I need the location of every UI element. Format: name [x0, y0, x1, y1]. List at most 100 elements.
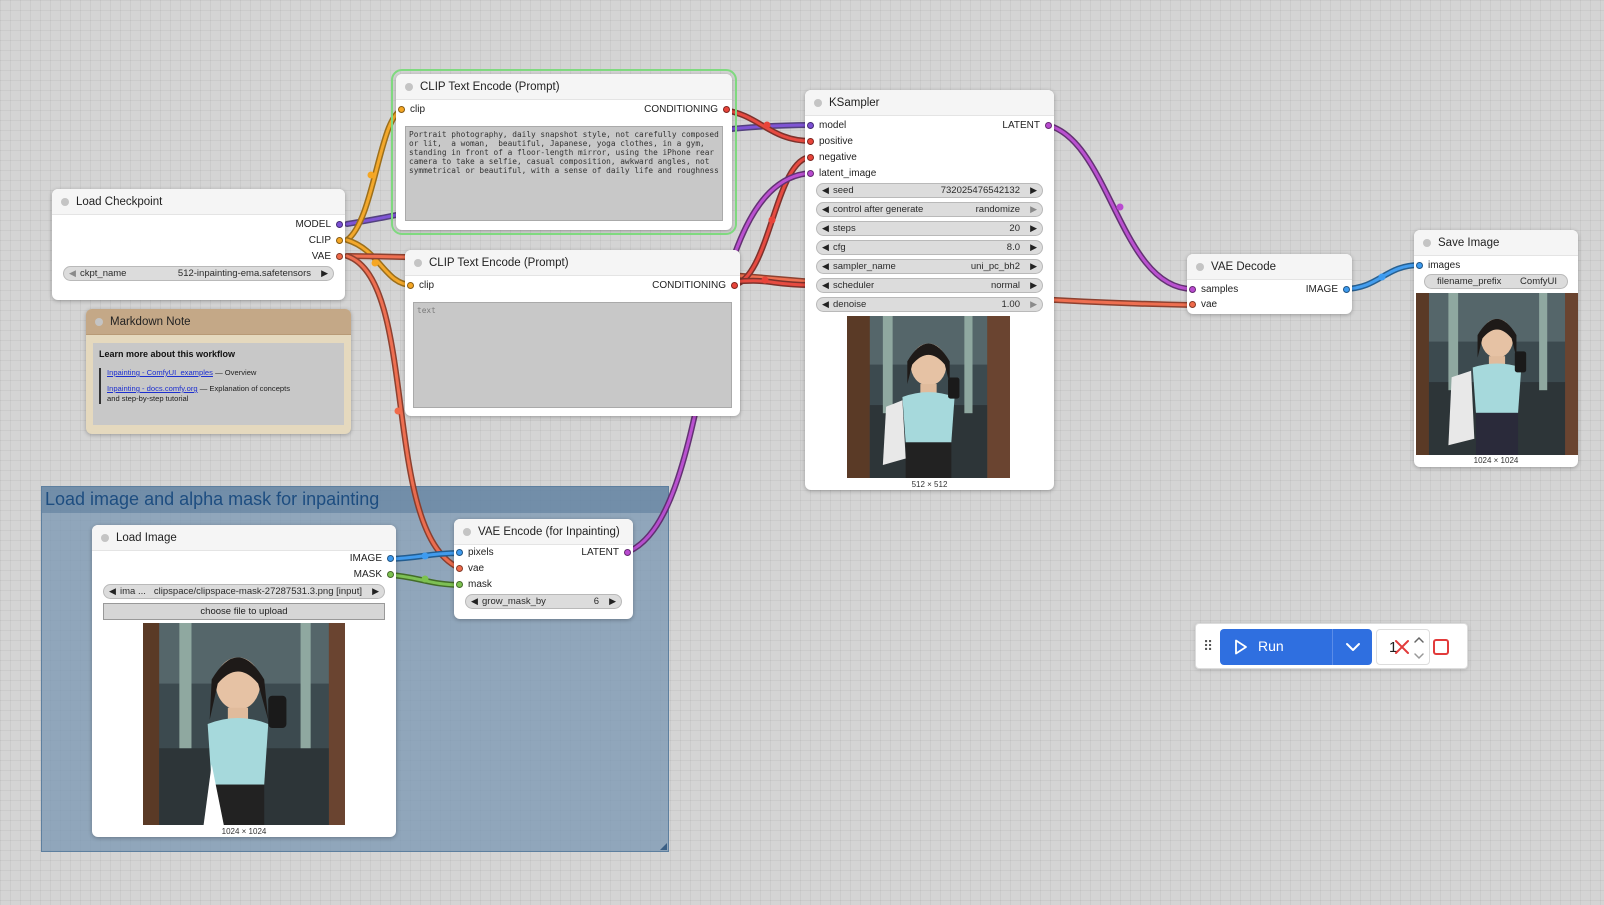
input-model[interactable]: model	[805, 119, 846, 133]
prompt-textarea[interactable]: Portrait photography, daily snapshot sty…	[405, 126, 723, 221]
output-conditioning[interactable]: CONDITIONING	[644, 103, 732, 117]
image-file-combo[interactable]: ◀ ima ... clipspace/clipspace-mask-2728753…	[103, 584, 385, 599]
node-collapse-dot[interactable]	[1196, 263, 1204, 271]
node-collapse-dot[interactable]	[463, 528, 471, 536]
input-samples[interactable]: samples	[1187, 283, 1238, 297]
output-image[interactable]: IMAGE	[1306, 283, 1352, 297]
input-vae[interactable]: vae	[1187, 298, 1217, 312]
node-title-bar[interactable]: VAE Decode	[1187, 254, 1352, 280]
input-clip[interactable]: clip	[405, 279, 434, 293]
run-options-dropdown[interactable]	[1332, 629, 1372, 665]
load-image-node[interactable]: Load Image IMAGE MASK ◀ ima ... clipspace/…	[92, 525, 396, 837]
decrement-arrow[interactable]: ◀	[471, 596, 478, 607]
vae-decode-node[interactable]: VAE Decode samples vae IMAGE	[1187, 254, 1352, 314]
combo-prev-arrow[interactable]: ◀	[69, 268, 76, 279]
grow-mask-by-widget[interactable]: ◀ grow_mask_by 6 ▶	[465, 594, 622, 609]
node-title-bar[interactable]: Load Checkpoint	[52, 189, 345, 215]
node-title-bar[interactable]: CLIP Text Encode (Prompt)	[396, 74, 732, 100]
markdown-body[interactable]: Learn more about this workflow Inpaintin…	[93, 343, 344, 425]
node-collapse-dot[interactable]	[814, 99, 822, 107]
clip-text-encode-negative-node[interactable]: CLIP Text Encode (Prompt) clip CONDITION…	[405, 250, 740, 416]
run-button[interactable]: Run	[1220, 629, 1332, 665]
chevron-down-icon[interactable]	[1412, 649, 1426, 663]
node-collapse-dot[interactable]	[414, 259, 422, 267]
negative-prompt-textarea[interactable]: text	[413, 302, 732, 408]
output-latent[interactable]: LATENT	[581, 546, 633, 560]
output-conditioning[interactable]: CONDITIONING	[652, 279, 740, 293]
output-image[interactable]: IMAGE	[350, 552, 396, 566]
control-after-generate-widget[interactable]: ◀ control after generate randomize ▶	[816, 202, 1043, 217]
markdown-note-node[interactable]: Markdown Note Learn more about this work…	[86, 309, 351, 434]
decrement-arrow[interactable]: ◀	[822, 223, 829, 234]
input-negative[interactable]: negative	[805, 151, 857, 165]
input-positive[interactable]: positive	[805, 135, 853, 149]
increment-arrow[interactable]: ▶	[1030, 299, 1037, 310]
combo-next-arrow[interactable]: ▶	[372, 586, 379, 597]
input-latent-image[interactable]: latent_image	[805, 167, 876, 181]
node-collapse-dot[interactable]	[1423, 239, 1431, 247]
node-collapse-dot[interactable]	[95, 318, 103, 326]
choose-file-upload-button[interactable]: choose file to upload	[103, 603, 385, 620]
input-clip[interactable]: clip	[396, 103, 425, 117]
scheduler-widget[interactable]: ◀ scheduler normal ▶	[816, 278, 1043, 293]
node-title-bar[interactable]: CLIP Text Encode (Prompt)	[405, 250, 740, 276]
cfg-widget[interactable]: ◀ cfg 8.0 ▶	[816, 240, 1043, 255]
combo-next-arrow[interactable]: ▶	[321, 268, 328, 279]
output-model[interactable]: MODEL	[295, 218, 345, 232]
filename-prefix-widget[interactable]: filename_prefix ComfyUI	[1424, 274, 1568, 289]
node-title-bar[interactable]: KSampler	[805, 90, 1054, 116]
decrement-arrow[interactable]: ◀	[822, 299, 829, 310]
load-checkpoint-node[interactable]: Load Checkpoint MODEL CLIP VAE ◀ ckpt_na…	[52, 189, 345, 300]
stop-square-icon[interactable]	[1429, 635, 1453, 659]
ckpt-name-combo[interactable]: ◀ ckpt_name 512-inpainting-ema.safetenso…	[63, 266, 334, 281]
input-images[interactable]: images	[1414, 259, 1460, 273]
decrement-arrow[interactable]: ◀	[822, 185, 829, 196]
link-docs-comfy[interactable]: Inpainting - docs.comfy.org	[107, 384, 198, 393]
increment-arrow[interactable]: ▶	[1030, 242, 1037, 253]
combo-prev-arrow[interactable]: ◀	[109, 586, 116, 597]
chevron-up-icon[interactable]	[1412, 633, 1426, 647]
vae-encode-inpainting-node[interactable]: VAE Encode (for Inpainting) pixels vae m…	[454, 519, 633, 619]
node-collapse-dot[interactable]	[405, 83, 413, 91]
increment-arrow[interactable]: ▶	[609, 596, 616, 607]
preview-size-caption: 1024 × 1024	[1473, 456, 1519, 465]
load-image-preview[interactable]	[143, 623, 345, 825]
node-title-bar[interactable]: Markdown Note	[86, 309, 351, 335]
combo-prev-arrow[interactable]: ◀	[822, 261, 829, 272]
combo-next-arrow[interactable]: ▶	[1030, 280, 1037, 291]
sampler-name-widget[interactable]: ◀ sampler_name uni_pc_bh2 ▶	[816, 259, 1043, 274]
link-comfyui-examples[interactable]: Inpainting - ComfyUI_examples	[107, 368, 213, 377]
denoise-widget[interactable]: ◀ denoise 1.00 ▶	[816, 297, 1043, 312]
combo-next-arrow[interactable]: ▶	[1030, 204, 1037, 215]
decrement-arrow[interactable]: ◀	[822, 242, 829, 253]
drag-handle-icon[interactable]: ⠿	[1203, 638, 1213, 655]
increment-arrow[interactable]: ▶	[1030, 223, 1037, 234]
input-pixels[interactable]: pixels	[454, 546, 494, 560]
combo-prev-arrow[interactable]: ◀	[822, 280, 829, 291]
output-clip[interactable]: CLIP	[309, 234, 345, 248]
cancel-x-icon[interactable]	[1390, 635, 1414, 659]
save-preview-image[interactable]	[1416, 293, 1578, 455]
output-vae[interactable]: VAE	[312, 250, 345, 264]
group-resize-handle[interactable]	[660, 843, 667, 850]
input-mask[interactable]: mask	[454, 578, 492, 592]
input-vae[interactable]: vae	[454, 562, 484, 576]
node-collapse-dot[interactable]	[61, 198, 69, 206]
steps-widget[interactable]: ◀ steps 20 ▶	[816, 221, 1043, 236]
ksampler-node[interactable]: KSampler model positive negative latent_…	[805, 90, 1054, 490]
wire-samples	[1044, 122, 1195, 292]
increment-arrow[interactable]: ▶	[1030, 185, 1037, 196]
group-title[interactable]: Load image and alpha mask for inpainting	[42, 487, 668, 513]
output-latent[interactable]: LATENT	[1002, 119, 1054, 133]
save-image-node[interactable]: Save Image images filename_prefix ComfyUI…	[1414, 230, 1578, 467]
clip-text-encode-positive-node[interactable]: CLIP Text Encode (Prompt) clip CONDITION…	[391, 69, 737, 235]
node-title-bar[interactable]: VAE Encode (for Inpainting)	[454, 519, 633, 545]
combo-next-arrow[interactable]: ▶	[1030, 261, 1037, 272]
combo-prev-arrow[interactable]: ◀	[822, 204, 829, 215]
seed-widget[interactable]: ◀ seed 732025476542132 ▶	[816, 183, 1043, 198]
ksampler-preview-image[interactable]	[847, 316, 1010, 478]
node-collapse-dot[interactable]	[101, 534, 109, 542]
node-title-bar[interactable]: Save Image	[1414, 230, 1578, 256]
output-mask[interactable]: MASK	[354, 568, 396, 582]
node-title-bar[interactable]: Load Image	[92, 525, 396, 551]
